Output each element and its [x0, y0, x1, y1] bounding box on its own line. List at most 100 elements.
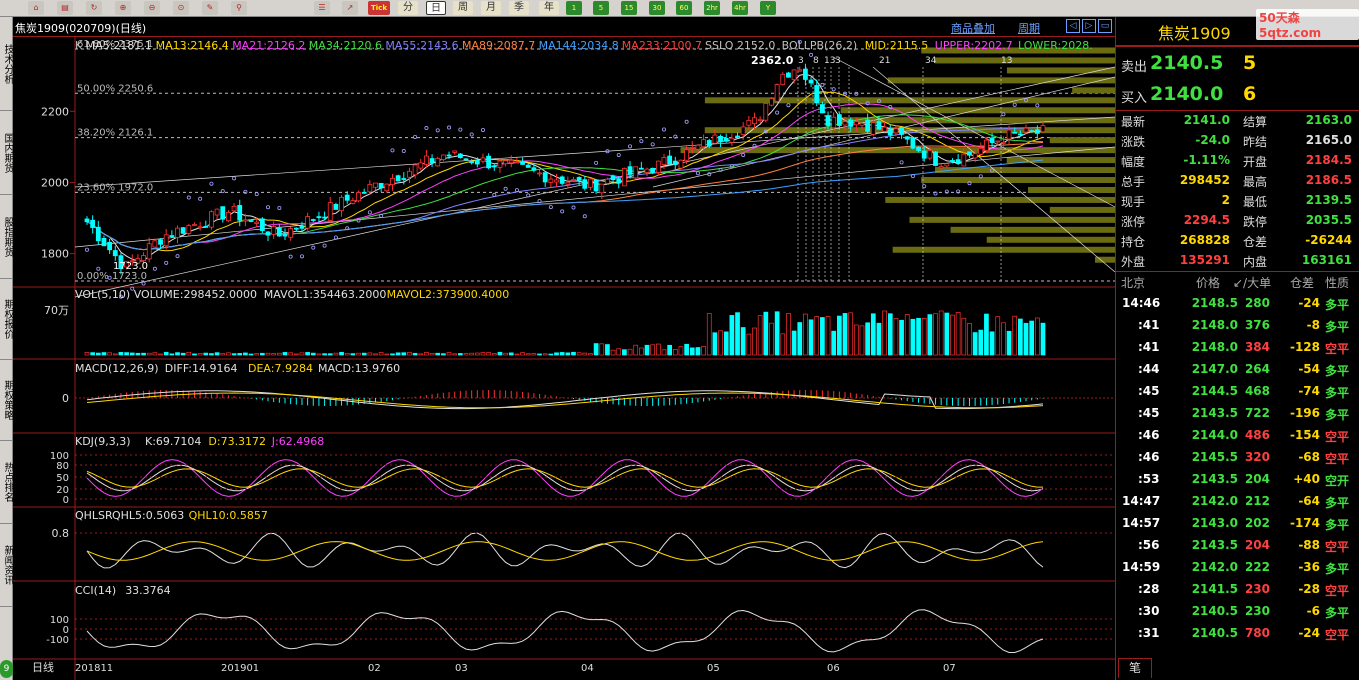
volume-bar — [175, 352, 180, 356]
sar-dot — [616, 152, 621, 157]
volume-bar — [548, 353, 554, 356]
volume-bar — [310, 352, 316, 356]
candle-body — [967, 151, 972, 156]
candle-body — [503, 160, 509, 165]
period-button-11[interactable]: 2hr — [704, 1, 720, 15]
pin-icon[interactable]: ⚲ — [231, 1, 247, 15]
candle-body — [141, 255, 146, 262]
sar-dot — [1012, 102, 1017, 107]
volume-bar — [90, 352, 96, 356]
volume-bar — [808, 319, 814, 356]
refresh-icon[interactable]: ↻ — [86, 1, 102, 15]
candle-body — [825, 115, 831, 126]
period-button-0[interactable]: 分 — [398, 1, 418, 15]
candle-body — [542, 172, 548, 183]
candle-body — [474, 159, 480, 165]
volume-bar — [469, 352, 475, 356]
candle-body — [299, 226, 305, 229]
volume-bar — [622, 349, 627, 356]
volume-bar — [276, 352, 282, 356]
volume-bar — [378, 352, 384, 356]
volume-bar — [661, 349, 667, 356]
left-tab-5[interactable]: 热点排名 — [0, 441, 13, 524]
period-button-2[interactable]: 周 — [453, 1, 473, 15]
sar-dot — [458, 127, 463, 132]
left-tab-3[interactable]: 期权报价 — [0, 279, 13, 360]
trough-label: 1723.0 — [113, 261, 148, 272]
period-button-3[interactable]: 月 — [481, 1, 501, 15]
volume-bar — [474, 352, 480, 356]
zoom-icon[interactable]: ⊙ — [173, 1, 189, 15]
sar-dot — [232, 176, 237, 181]
volume-bar — [554, 352, 559, 356]
list-icon[interactable]: ☰ — [314, 1, 330, 15]
candle-body — [995, 140, 1001, 143]
candle-body — [938, 166, 944, 169]
volume-bar — [480, 352, 486, 356]
sar-dot — [220, 189, 225, 194]
period-button-4[interactable]: 季 — [509, 1, 529, 15]
candle-body — [480, 157, 486, 162]
volume-bar — [605, 344, 610, 356]
candle-body — [107, 241, 113, 251]
period-button-8[interactable]: 15 — [621, 1, 637, 15]
fib-label-4: 0.00% 1723.0 — [77, 271, 147, 282]
pen-icon[interactable]: ✎ — [202, 1, 218, 15]
sar-dot — [797, 39, 802, 44]
period-button-6[interactable]: 1 — [566, 1, 582, 15]
volume-bar — [972, 332, 978, 356]
candle-body — [192, 224, 197, 226]
candle-body — [508, 159, 514, 164]
candle-body — [746, 119, 752, 126]
cycle-count-label-6: 3 — [835, 56, 841, 66]
candle-body — [395, 175, 401, 182]
volume-bar — [525, 353, 531, 356]
volume-bar — [384, 353, 390, 356]
candle-body — [452, 150, 458, 153]
left-tab-2[interactable]: 股指期货 — [0, 195, 13, 279]
candle-body — [316, 216, 322, 219]
sar-dot — [333, 235, 338, 240]
overlay-link[interactable]: 商品叠加 — [951, 20, 995, 36]
period-button-1[interactable]: 日 — [426, 1, 446, 15]
volume-bar — [655, 343, 661, 356]
zoom-in-icon[interactable]: ⊕ — [115, 1, 131, 15]
candle-body — [797, 69, 803, 72]
home-icon[interactable]: ⌂ — [28, 1, 44, 15]
period-button-7[interactable]: 5 — [593, 1, 609, 15]
left-tab-0[interactable]: 技术分析 — [0, 17, 13, 111]
left-tab-6[interactable]: 新闻资讯 — [0, 524, 13, 607]
candle-body — [401, 178, 407, 180]
candle-body — [1023, 127, 1029, 133]
chart-area[interactable]: 61.80% 2375.1 50.00% 2250.6 38.20% 2126.1 2… — [13, 37, 1115, 680]
period-button-9[interactable]: 30 — [649, 1, 665, 15]
period-button-13[interactable]: Y — [760, 1, 776, 15]
zoom-out-icon[interactable]: ⊖ — [144, 1, 160, 15]
sar-dot — [503, 186, 508, 191]
volume-bar — [367, 352, 373, 356]
date-tick-0: 201811 — [75, 663, 113, 674]
volume-bar — [401, 352, 407, 356]
trend-icon[interactable]: ↗ — [342, 1, 358, 15]
volume-bar — [916, 317, 921, 356]
volume-profile-bar — [680, 147, 1115, 154]
next-icon[interactable]: ▷ — [1082, 19, 1096, 33]
sar-dot — [311, 245, 316, 250]
candle-body — [605, 178, 610, 184]
left-tab-4[interactable]: 期权策略 — [0, 360, 13, 441]
period-button-12[interactable]: 4hr — [732, 1, 748, 15]
period-link[interactable]: 周期 — [1018, 20, 1040, 36]
volume-bar — [373, 353, 378, 356]
tick-button[interactable]: Tick — [368, 1, 390, 15]
candle-body — [288, 228, 294, 238]
prev-icon[interactable]: ◁ — [1066, 19, 1080, 33]
candle-body — [175, 227, 180, 238]
period-button-10[interactable]: 60 — [676, 1, 692, 15]
period-button-5[interactable]: 年 — [539, 1, 559, 15]
db-icon[interactable]: ▤ — [57, 1, 73, 15]
candle-body — [463, 158, 469, 161]
volume-bar — [938, 310, 944, 356]
collapse-icon[interactable]: ▭ — [1098, 19, 1112, 33]
left-tab-1[interactable]: 国内期货 — [0, 111, 13, 195]
volume-bar — [627, 348, 633, 356]
